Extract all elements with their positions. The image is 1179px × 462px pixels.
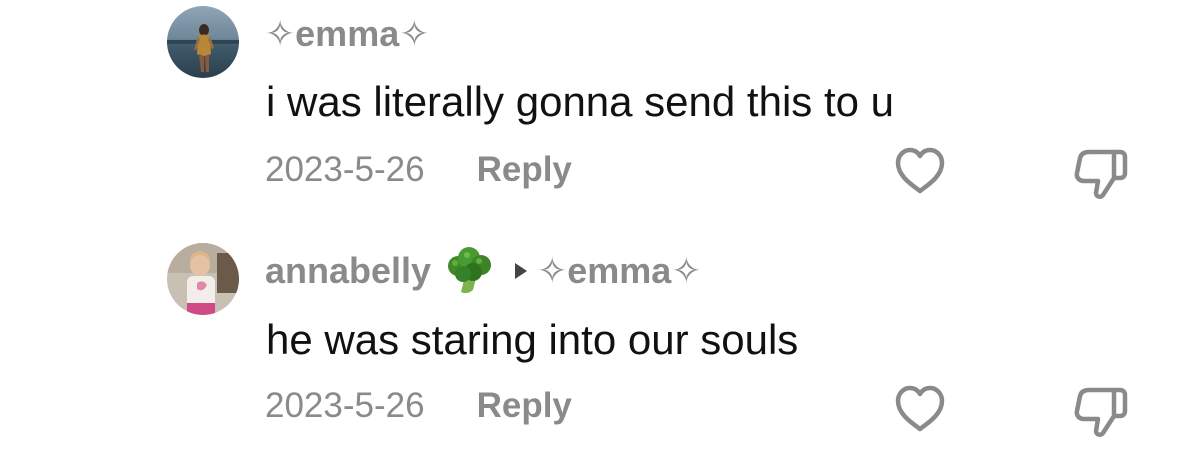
broccoli-emoji-icon [443, 246, 495, 296]
comment-date: 2023-5-26 [265, 386, 425, 425]
reply-button[interactable]: Reply [477, 386, 572, 426]
comment-author-row: annabelly ✧emma✧ [265, 246, 701, 296]
comment-author-row: ✧emma✧ [265, 9, 429, 59]
reply-to-author[interactable]: ✧emma✧ [537, 250, 701, 292]
thumbs-down-outline-icon[interactable] [1072, 385, 1128, 439]
profile-photo-icon [167, 243, 239, 315]
comment-item: ✧emma✧ i was literally gonna send this t… [0, 0, 1179, 226]
avatar[interactable] [167, 6, 239, 78]
comment-date: 2023-5-26 [265, 150, 425, 189]
thumbs-down-outline-icon[interactable] [1072, 147, 1128, 201]
avatar[interactable] [167, 243, 239, 315]
heart-outline-icon[interactable] [893, 384, 947, 434]
comment-meta: 2023-5-26 Reply [265, 386, 572, 426]
comment-meta: 2023-5-26 Reply [265, 150, 572, 190]
reply-to-arrow-icon [515, 263, 528, 279]
comment-author[interactable]: ✧emma✧ [265, 13, 429, 55]
comment-author[interactable]: annabelly [265, 250, 431, 292]
comment-text: i was literally gonna send this to u [266, 78, 895, 125]
comment-item: annabelly ✧emma✧ he was staring into our… [0, 236, 1179, 462]
heart-outline-icon[interactable] [893, 146, 947, 196]
profile-photo-icon [167, 6, 239, 78]
comment-text: he was staring into our souls [266, 316, 799, 363]
reply-button[interactable]: Reply [477, 150, 572, 190]
